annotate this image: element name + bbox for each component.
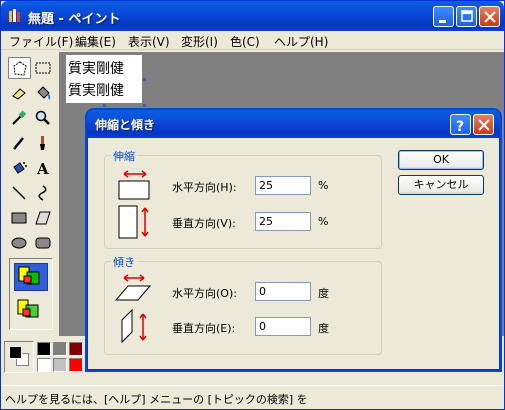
pencil-tool[interactable] — [8, 132, 31, 154]
eyedropper-tool[interactable] — [8, 107, 31, 129]
palette-swatch[interactable] — [69, 342, 83, 356]
window-title: 無題 - ペイント — [28, 12, 121, 27]
skew-horizontal-input[interactable]: 0 — [255, 282, 311, 301]
maximize-button[interactable] — [456, 6, 477, 27]
skew-horizontal-unit: 度 — [318, 287, 329, 300]
pencil-icon — [13, 137, 24, 150]
svg-text:?: ? — [456, 119, 464, 135]
stretch-vertical-unit: % — [318, 215, 329, 228]
canvas-text-line: 質実剛健 — [68, 83, 124, 99]
curve-tool[interactable] — [32, 182, 55, 204]
dialog-title: 伸縮と傾き — [95, 118, 156, 132]
cancel-button[interactable]: キャンセル — [398, 175, 484, 195]
canvas-text-line: 質実剛健 — [68, 61, 124, 77]
menu-edit[interactable]: 編集(E) — [75, 33, 116, 50]
palette-swatch[interactable] — [37, 342, 51, 356]
svg-text:A: A — [36, 160, 49, 177]
menu-help[interactable]: ヘルプ(H) — [274, 33, 328, 50]
menu-bar: ファイル(F) 編集(E) 表示(V) 変形(I) 色(C) ヘルプ(H) — [1, 31, 504, 50]
rect-select-tool[interactable] — [32, 57, 55, 79]
skew-horizontal-label: 水平方向(O): — [172, 287, 237, 300]
stretch-vertical-input[interactable]: 25 — [255, 212, 311, 231]
skew-group-label: 傾き — [111, 254, 137, 270]
magnifier-tool[interactable] — [32, 107, 55, 129]
polygon-icon — [35, 211, 51, 225]
brush-icon — [40, 136, 45, 150]
horizontal-skew-icon — [114, 274, 152, 301]
status-text: ヘルプを見るには、[ヘルプ] メニューの [トピックの検索] を — [5, 393, 308, 406]
palette-swatch[interactable] — [69, 358, 83, 372]
line-tool[interactable] — [8, 182, 31, 204]
rect-select-icon — [35, 62, 51, 74]
airbrush-tool[interactable] — [8, 157, 31, 179]
brush-tool[interactable] — [32, 132, 55, 154]
status-bar: ヘルプを見るには、[ヘルプ] メニューの [トピックの検索] を — [1, 385, 504, 409]
tool-options — [9, 258, 53, 330]
opaque-shapes-icon — [18, 266, 40, 285]
stretch-skew-dialog: 伸縮と傾き ? 伸縮 水平方向(H): 25 % 垂直方向(V): 25 % 傾… — [87, 110, 500, 370]
resize-handle[interactable] — [143, 78, 146, 81]
dialog-title-bar[interactable]: 伸縮と傾き ? — [87, 110, 500, 138]
stretch-vertical-label: 垂直方向(V): — [172, 217, 236, 230]
help-icon: ? — [456, 119, 464, 135]
free-select-tool[interactable] — [8, 57, 31, 79]
menu-view[interactable]: 表示(V) — [128, 33, 170, 50]
canvas-image[interactable]: 質実剛健 質実剛健 — [66, 55, 142, 103]
eraser-icon — [12, 88, 26, 100]
menu-image[interactable]: 変形(I) — [181, 33, 218, 50]
skew-vertical-label: 垂直方向(E): — [172, 322, 236, 335]
option-opaque[interactable] — [14, 263, 48, 291]
ellipse-tool[interactable] — [8, 232, 31, 254]
free-select-icon — [13, 61, 27, 76]
close-icon — [478, 119, 490, 131]
magnifier-icon — [35, 110, 50, 125]
eraser-tool[interactable] — [8, 82, 31, 104]
dialog-help-button[interactable]: ? — [450, 114, 471, 135]
fill-tool[interactable] — [32, 82, 55, 104]
stretch-group-label: 伸縮 — [111, 148, 137, 164]
resize-handle[interactable] — [103, 104, 106, 107]
title-bar[interactable]: 無題 - ペイント — [1, 1, 504, 31]
eyedropper-icon — [12, 110, 27, 125]
palette-swatch[interactable] — [53, 342, 67, 356]
minimize-icon — [439, 20, 446, 23]
maximize-icon — [461, 10, 473, 22]
rectangle-tool[interactable] — [8, 207, 31, 229]
skew-vertical-unit: 度 — [318, 322, 329, 335]
menu-colors[interactable]: 色(C) — [230, 33, 260, 50]
current-colors — [4, 341, 34, 373]
stretch-horizontal-label: 水平方向(H): — [172, 181, 237, 194]
stretch-horizontal-unit: % — [318, 179, 329, 192]
toolbox: A — [4, 53, 58, 331]
horizontal-stretch-icon — [118, 170, 150, 200]
rounded-rect-tool[interactable] — [32, 232, 55, 254]
fill-bucket-icon — [37, 86, 51, 100]
rounded-rect-icon — [35, 237, 51, 249]
foreground-color[interactable] — [9, 346, 22, 359]
menu-file[interactable]: ファイル(F) — [9, 33, 73, 50]
text-tool-icon: A — [36, 160, 49, 177]
skew-vertical-input[interactable]: 0 — [255, 317, 311, 336]
close-icon — [484, 11, 496, 23]
minimize-button[interactable] — [433, 6, 454, 27]
palette-swatch[interactable] — [53, 358, 67, 372]
rectangle-icon — [11, 212, 27, 224]
ok-button[interactable]: OK — [398, 150, 484, 170]
airbrush-icon — [13, 162, 27, 174]
option-transparent[interactable] — [14, 297, 48, 325]
vertical-stretch-icon — [118, 205, 149, 239]
vertical-skew-icon — [121, 308, 147, 344]
text-tool[interactable]: A — [32, 157, 55, 179]
dialog-close-button[interactable] — [473, 114, 494, 135]
transparent-shapes-icon — [17, 299, 39, 318]
close-button[interactable] — [479, 6, 500, 27]
ellipse-icon — [11, 237, 27, 249]
paint-app-icon — [9, 9, 20, 22]
line-icon — [12, 186, 26, 200]
resize-handle[interactable] — [143, 104, 146, 107]
curve-icon — [38, 185, 47, 201]
palette-swatch[interactable] — [37, 358, 51, 372]
stretch-horizontal-input[interactable]: 25 — [255, 176, 311, 195]
polygon-tool[interactable] — [32, 207, 55, 229]
